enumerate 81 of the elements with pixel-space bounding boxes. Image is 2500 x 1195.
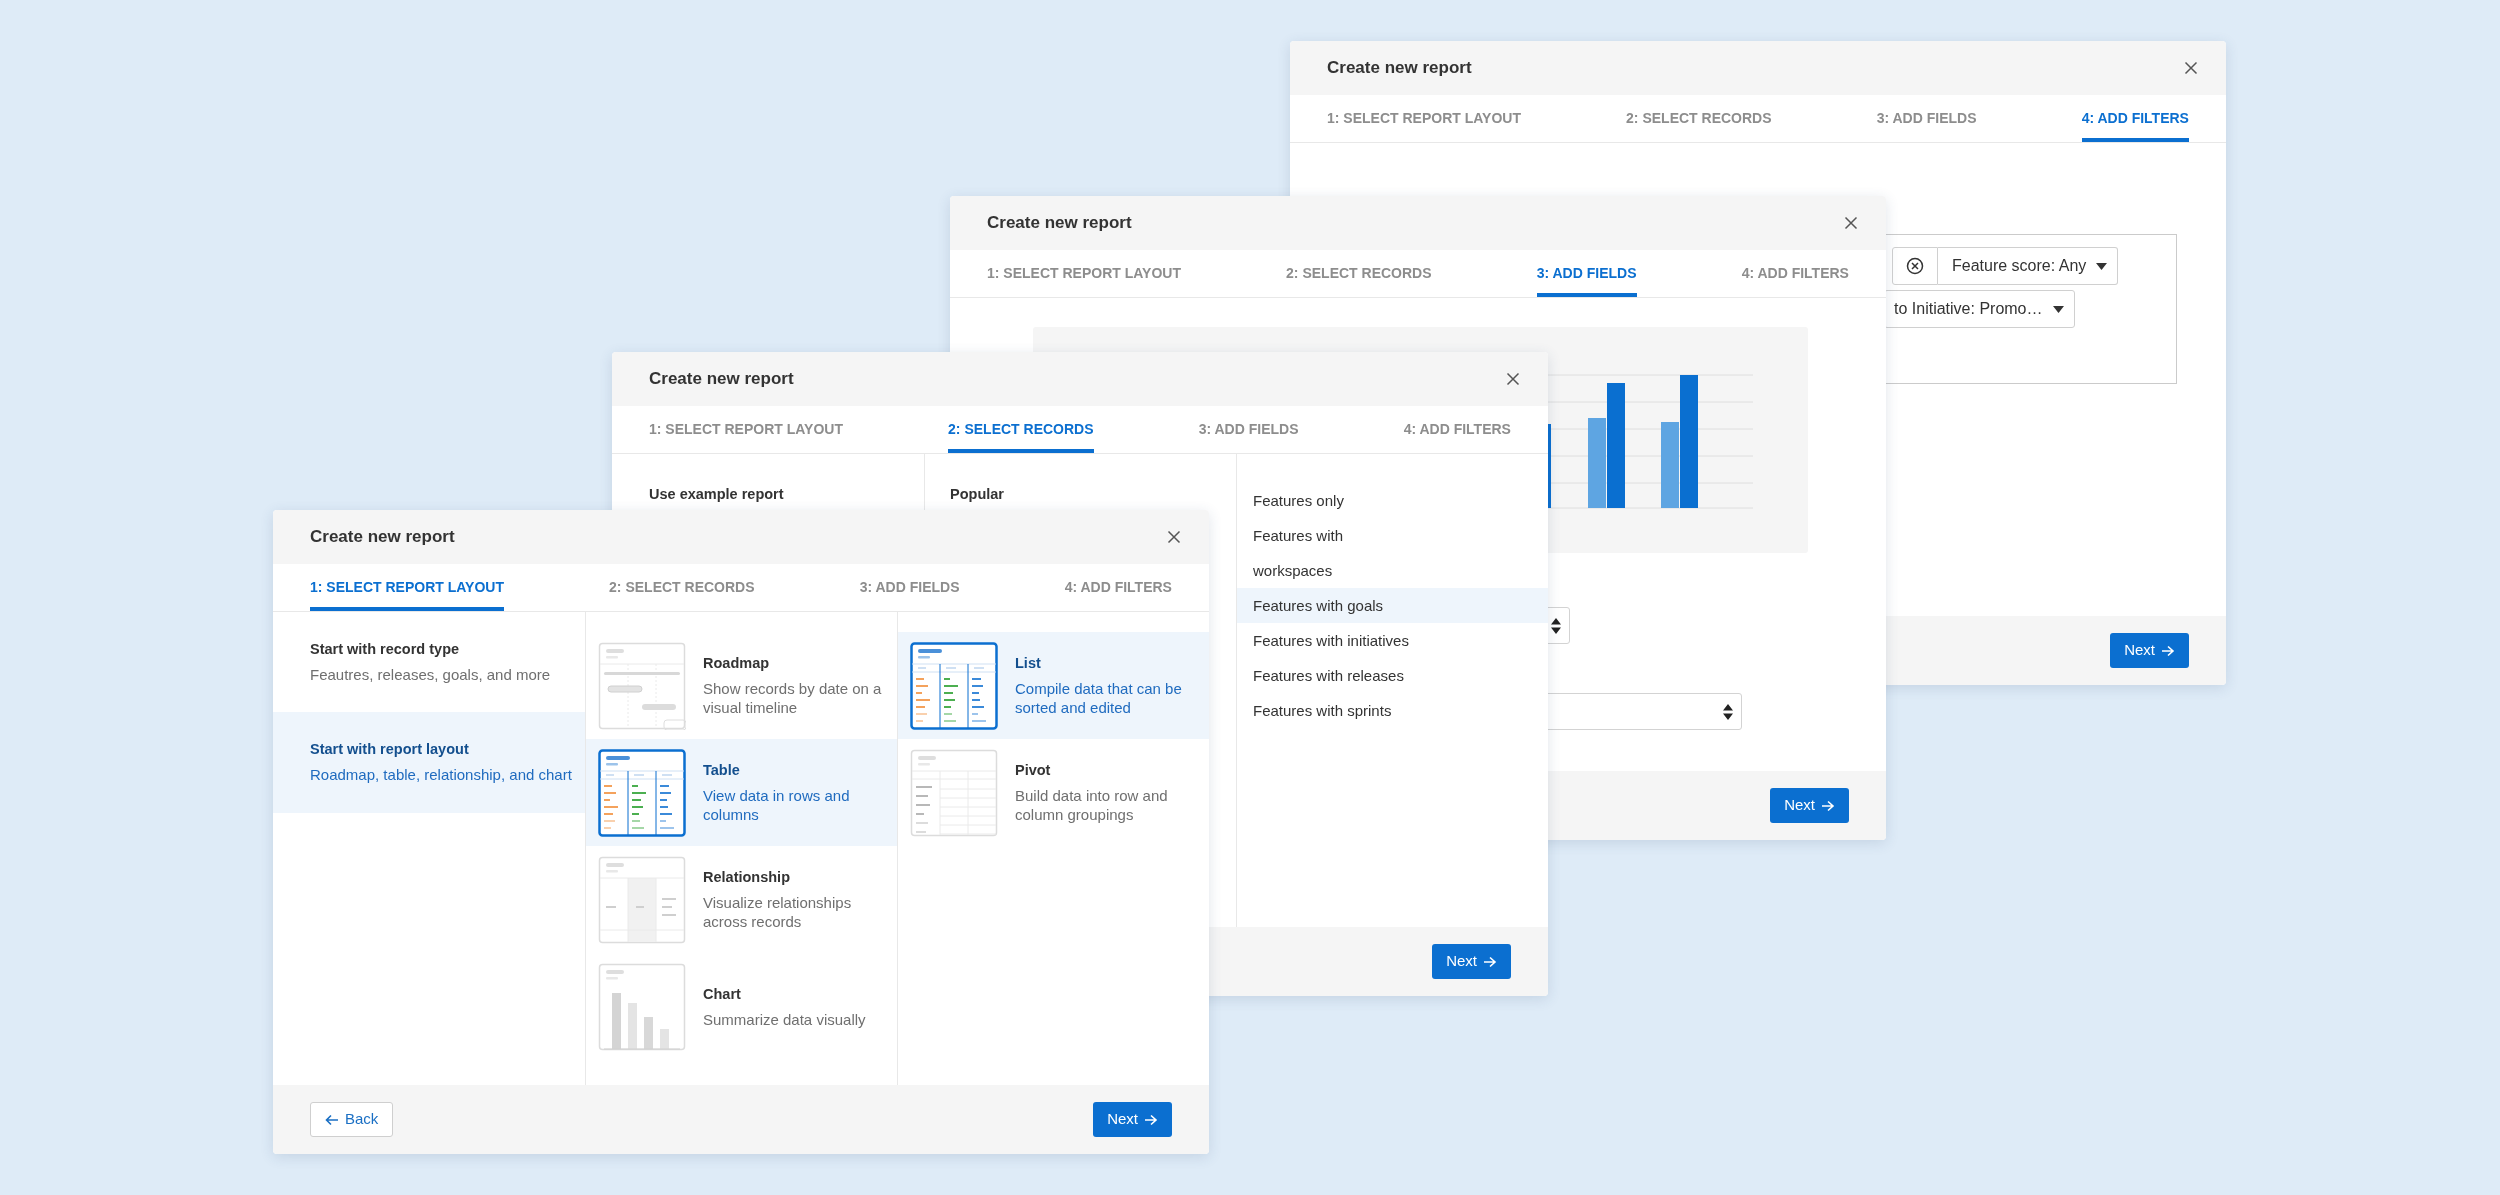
arrow-right-icon xyxy=(2161,644,2175,657)
dialog-title: Create new report xyxy=(649,368,794,391)
step-tab[interactable]: 2: SELECT RECORDS xyxy=(609,564,755,611)
record-type-item[interactable]: workspaces xyxy=(1237,553,1548,588)
layout-option[interactable]: List Compile data that can be sorted and edited xyxy=(898,632,1209,739)
caret-icon xyxy=(2052,305,2064,313)
section-heading: Use example report xyxy=(648,485,785,504)
sort-icon xyxy=(1723,703,1733,720)
option-title: Roadmap xyxy=(703,654,771,674)
option-title: List xyxy=(1015,654,1042,674)
next-button[interactable]: Next xyxy=(2110,633,2189,668)
step-tab[interactable]: 2: SELECT RECORDS xyxy=(948,406,1094,453)
close-icon xyxy=(1844,216,1858,230)
layout-option[interactable]: Roadmap Show records by date on a visual timeline xyxy=(586,632,897,739)
bar-chart-icon xyxy=(598,962,686,1051)
next-button[interactable]: Next xyxy=(1770,788,1849,823)
dialog-title: Create new report xyxy=(310,526,455,549)
option-description: Visualize relationships across records xyxy=(703,892,853,932)
record-type-item[interactable]: Features with goals xyxy=(1237,588,1548,623)
layout-option[interactable]: Relationship Visualize relationships across records xyxy=(586,846,897,953)
arrow-left-icon xyxy=(325,1113,339,1126)
close-icon xyxy=(1506,372,1520,386)
sort-icon xyxy=(1551,617,1561,634)
step-tab[interactable]: 4: ADD FILTERS xyxy=(2081,95,2189,142)
option-title: Chart xyxy=(703,984,742,1004)
layout-option[interactable]: Pivot Build data into row and column groupings xyxy=(898,739,1209,846)
step-tab[interactable]: 4: ADD FILTERS xyxy=(1741,250,1849,297)
dialog-title: Create new report xyxy=(1327,57,1472,80)
arrow-right-icon xyxy=(1483,955,1497,968)
layout-option[interactable]: Chart Summarize data visually xyxy=(586,953,897,1060)
next-button[interactable]: Next xyxy=(1093,1102,1172,1137)
grid-icon xyxy=(598,855,686,944)
option-description: Compile data that can be sorted and edited xyxy=(1015,678,1183,718)
option-title: Relationship xyxy=(703,868,791,888)
table-icon xyxy=(910,641,998,730)
option-title: Start with record type xyxy=(310,640,461,659)
record-type-item[interactable]: Features only xyxy=(1237,483,1548,518)
record-type-item[interactable]: Features with xyxy=(1237,518,1548,553)
clear-button[interactable] xyxy=(1892,247,1938,285)
timeline-icon xyxy=(598,641,686,730)
table-icon xyxy=(598,748,686,837)
arrow-right-icon xyxy=(1821,799,1835,812)
option-title: Start with report layout xyxy=(310,740,470,760)
arrow-right-icon xyxy=(1144,1113,1158,1126)
step-tab[interactable]: 2: SELECT RECORDS xyxy=(1626,95,1772,142)
option-description: Feautres, releases, goals, and more xyxy=(310,664,552,685)
step-tab[interactable]: 1: SELECT REPORT LAYOUT xyxy=(1327,95,1521,142)
step-tab[interactable]: 3: ADD FIELDS xyxy=(859,564,960,611)
clear-icon xyxy=(1906,257,1924,275)
layout-option[interactable]: Table View data in rows and columns xyxy=(586,739,897,846)
option-description: Summarize data visually xyxy=(703,1009,866,1030)
step-tab[interactable]: 1: SELECT REPORT LAYOUT xyxy=(310,564,504,611)
back-button[interactable]: Back xyxy=(310,1102,394,1137)
start-option[interactable]: Start with report layout Roadmap, table, relationship, and chart xyxy=(273,712,585,813)
step-tab[interactable]: 1: SELECT REPORT LAYOUT xyxy=(649,406,843,453)
option-description: View data in rows and columns xyxy=(703,785,851,825)
grid-icon xyxy=(910,748,998,837)
dialog-title: Create new report xyxy=(987,212,1132,235)
filter-dropdown[interactable]: to Initiative: Promo… xyxy=(1884,290,2075,328)
record-type-item[interactable]: Features with sprints xyxy=(1237,693,1548,728)
option-description: Roadmap, table, relationship, and chart xyxy=(310,765,573,785)
close-icon xyxy=(2184,61,2198,75)
section-heading: Popular xyxy=(949,485,1005,504)
record-type-item[interactable]: Features with releases xyxy=(1237,658,1548,693)
option-title: Table xyxy=(703,761,741,781)
option-description: Show records by date on a visual timeline xyxy=(703,678,883,718)
step-tab[interactable]: 2: SELECT RECORDS xyxy=(1286,250,1432,297)
step-tab[interactable]: 3: ADD FIELDS xyxy=(1536,250,1637,297)
next-button[interactable]: Next xyxy=(1432,944,1511,979)
step-tab[interactable]: 4: ADD FILTERS xyxy=(1403,406,1511,453)
option-title: Pivot xyxy=(1015,761,1052,781)
caret-icon xyxy=(2096,262,2108,270)
step-tab[interactable]: 3: ADD FIELDS xyxy=(1876,95,1977,142)
step-tab[interactable]: 1: SELECT REPORT LAYOUT xyxy=(987,250,1181,297)
record-type-item[interactable]: Features with initiatives xyxy=(1237,623,1548,658)
filter-dropdown[interactable]: Feature score: Any xyxy=(1938,247,2119,285)
start-option[interactable]: Start with record type Feautres, releases, goals, and more xyxy=(273,612,585,713)
step-tab[interactable]: 3: ADD FIELDS xyxy=(1198,406,1299,453)
option-description: Build data into row and column groupings xyxy=(1015,785,1169,825)
step-tab[interactable]: 4: ADD FILTERS xyxy=(1064,564,1172,611)
close-icon xyxy=(1167,530,1181,544)
